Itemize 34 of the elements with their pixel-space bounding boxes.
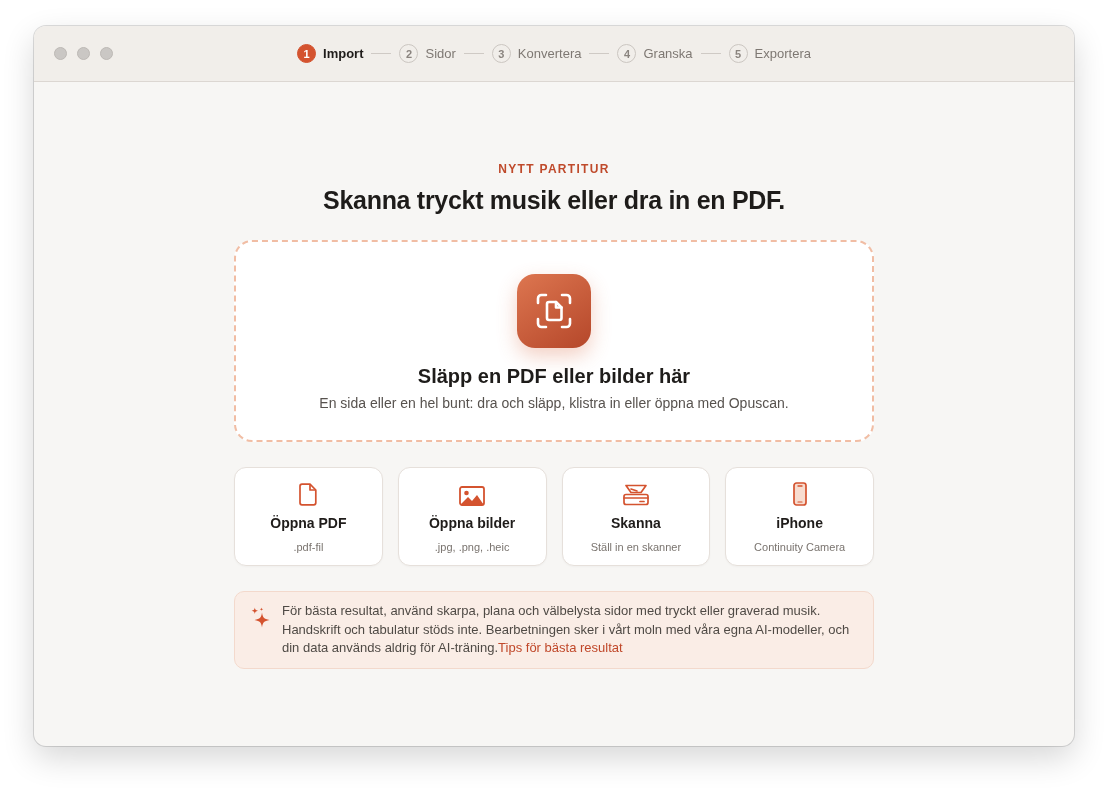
step-label: Import [323, 46, 364, 61]
option-title: iPhone [776, 515, 823, 532]
option-card[interactable]: Öppna bilder .jpg, .png, .heic [397, 467, 547, 566]
drop-hint: En sida eller en hel bunt: dra och släpp, klistra in eller öppna med Opuscan. [319, 394, 789, 412]
window-control-icon[interactable] [77, 47, 90, 60]
step-label: Sidor [425, 46, 456, 61]
option-subtitle: Ställ in en skanner [590, 540, 682, 554]
document-scan-icon [517, 274, 591, 348]
page-title: Skanna tryckt musik eller dra in en PDF. [323, 185, 785, 215]
drop-zone[interactable]: Släpp en PDF eller bilder här En sida eller en hel bunt: dra och släpp, klistra in eller öppna med Opuscan. [234, 240, 874, 442]
option-title: Öppna PDF [270, 515, 347, 532]
step-label: Granska [643, 46, 693, 61]
step-label: Exportera [754, 46, 811, 61]
option-card[interactable]: Skanna Ställ in en skanner [561, 467, 711, 566]
option-subtitle: .jpg, .png, .heic [434, 540, 510, 554]
window-control-icon[interactable] [54, 47, 67, 60]
option-card[interactable]: iPhone Continuity Camera [725, 467, 874, 566]
drop-title: Släpp en PDF eller bilder här [417, 364, 691, 388]
file-icon [299, 483, 318, 506]
option-subtitle: Continuity Camera [754, 540, 846, 554]
option-subtitle: .pdf-fil [293, 540, 324, 554]
image-icon [459, 486, 486, 506]
option-card[interactable]: Öppna PDF .pdf-fil [234, 467, 383, 566]
phone-icon [792, 482, 807, 506]
section-eyebrow: NYTT PARTITUR [498, 162, 610, 176]
step-number: 1 [297, 44, 317, 63]
tip-text: För bästa resultat, använd skarpa, plana och välbelysta sidor med tryckt eller graverad musik. Handskrift och tabulatur stöds inte. Bearbetningen sker i vårt moln med våra egna AI-modeller, och din data används aldrig för AI-träning.Tips för bästa resultat [282, 602, 851, 657]
option-title: Öppna bilder [428, 515, 516, 532]
scanner-icon [622, 484, 649, 506]
window-control-icon[interactable] [100, 47, 113, 60]
step-label: Konvertera [517, 46, 582, 61]
sparkle-icon [251, 607, 270, 628]
tips-link[interactable]: Tips för bästa resultat [498, 640, 623, 655]
option-title: Skanna [610, 515, 661, 532]
